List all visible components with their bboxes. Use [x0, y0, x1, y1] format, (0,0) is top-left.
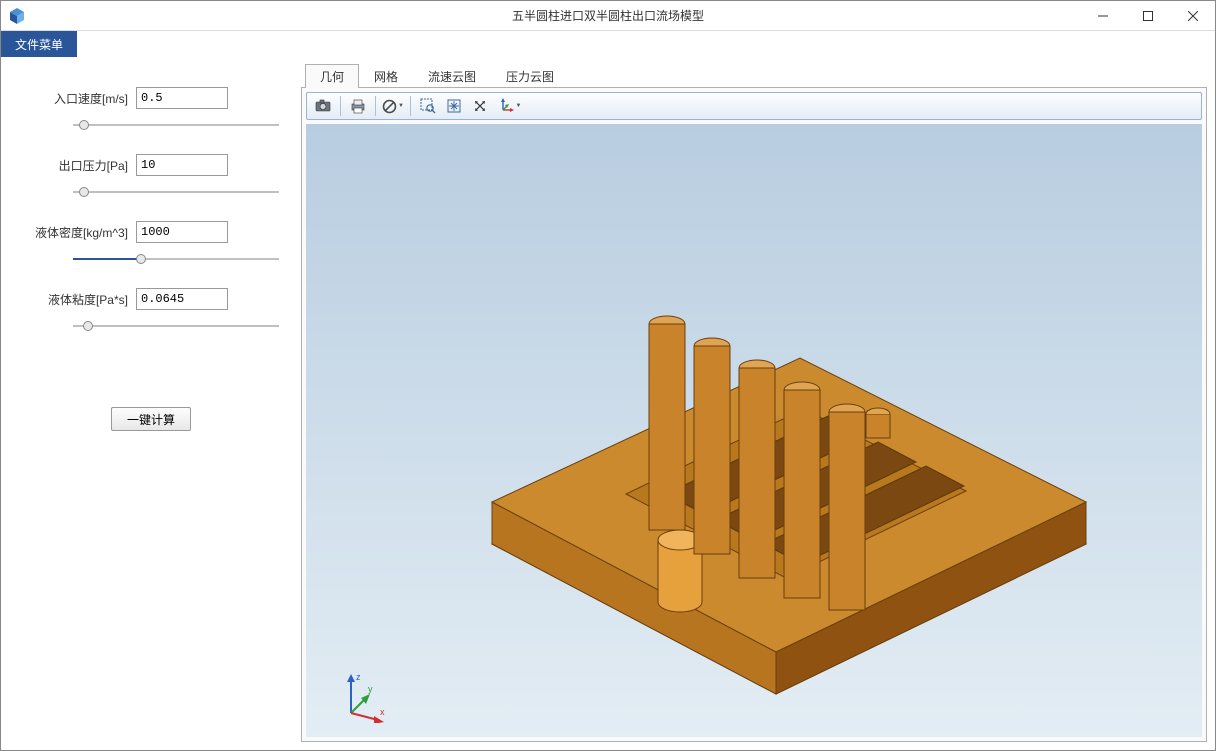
input-liquid-density[interactable] — [136, 221, 228, 243]
app-icon — [7, 6, 27, 26]
visualization-panel: 几何 网格 流速云图 压力云图 ▼ — [301, 57, 1215, 750]
row-outlet-pressure: 出口压力[Pa] — [21, 154, 281, 176]
slider-liquid-viscosity[interactable] — [73, 318, 279, 334]
slider-liquid-density-row — [71, 249, 277, 270]
window-title: 五半圆柱进口双半圆柱出口流场模型 — [1, 7, 1215, 24]
menubar: 文件菜单 — [1, 31, 1215, 57]
axis-y-label: y — [368, 684, 373, 694]
slider-outlet-pressure-row — [71, 182, 277, 203]
menu-file[interactable]: 文件菜单 — [1, 31, 77, 57]
slider-outlet-pressure[interactable] — [73, 184, 279, 200]
slider-liquid-viscosity-row — [71, 316, 277, 337]
input-liquid-viscosity[interactable] — [136, 288, 228, 310]
label-liquid-density: 液体密度[kg/m^3] — [21, 224, 136, 241]
forbid-icon[interactable]: ▼ — [381, 95, 405, 117]
axis-z-label: z — [356, 672, 361, 682]
tab-pressure-cloud[interactable]: 压力云图 — [491, 64, 569, 88]
label-inlet-velocity: 入口速度[m/s] — [21, 90, 136, 107]
camera-icon[interactable] — [311, 95, 335, 117]
tab-velocity-cloud[interactable]: 流速云图 — [413, 64, 491, 88]
print-icon[interactable] — [346, 95, 370, 117]
tab-geometry[interactable]: 几何 — [305, 64, 359, 88]
chevron-down-icon: ▼ — [398, 103, 404, 109]
row-liquid-density: 液体密度[kg/m^3] — [21, 221, 281, 243]
graphics-toolbar: ▼ — [306, 92, 1202, 120]
row-liquid-viscosity: 液体粘度[Pa*s] — [21, 288, 281, 310]
toolbar-separator — [375, 96, 376, 116]
compute-button[interactable]: 一键计算 — [111, 407, 191, 431]
toolbar-separator — [340, 96, 341, 116]
axis-orient-icon[interactable]: ▼ — [494, 95, 524, 117]
titlebar: 五半圆柱进口双半圆柱出口流场模型 — [1, 1, 1215, 31]
input-inlet-velocity[interactable] — [136, 87, 228, 109]
geometry-model — [306, 124, 1202, 737]
tabs: 几何 网格 流速云图 压力云图 — [301, 63, 1207, 87]
tab-mesh[interactable]: 网格 — [359, 64, 413, 88]
slider-inlet-velocity-row — [71, 115, 277, 136]
parameters-panel: 入口速度[m/s] 出口压力[Pa] 液体密度[kg/m^3] 液体粘度[Pa*… — [1, 57, 301, 750]
axes-toggle-icon[interactable] — [468, 95, 492, 117]
label-outlet-pressure: 出口压力[Pa] — [21, 157, 136, 174]
extents-icon[interactable] — [442, 95, 466, 117]
axis-x-label: x — [380, 707, 385, 717]
close-button[interactable] — [1170, 1, 1215, 30]
input-outlet-pressure[interactable] — [136, 154, 228, 176]
maximize-button[interactable] — [1125, 1, 1170, 30]
tab-body: ▼ — [301, 87, 1207, 742]
window-controls — [1080, 1, 1215, 30]
zoom-select-icon[interactable] — [416, 95, 440, 117]
row-inlet-velocity: 入口速度[m/s] — [21, 87, 281, 109]
slider-inlet-velocity[interactable] — [73, 117, 279, 133]
viewport-3d[interactable]: z y x — [306, 124, 1202, 737]
minimize-button[interactable] — [1080, 1, 1125, 30]
axis-triad: z y x — [336, 668, 391, 723]
chevron-down-icon: ▼ — [516, 103, 522, 109]
toolbar-separator — [410, 96, 411, 116]
label-liquid-viscosity: 液体粘度[Pa*s] — [21, 291, 136, 308]
slider-liquid-density[interactable] — [73, 251, 279, 267]
main-area: 入口速度[m/s] 出口压力[Pa] 液体密度[kg/m^3] 液体粘度[Pa*… — [1, 57, 1215, 750]
